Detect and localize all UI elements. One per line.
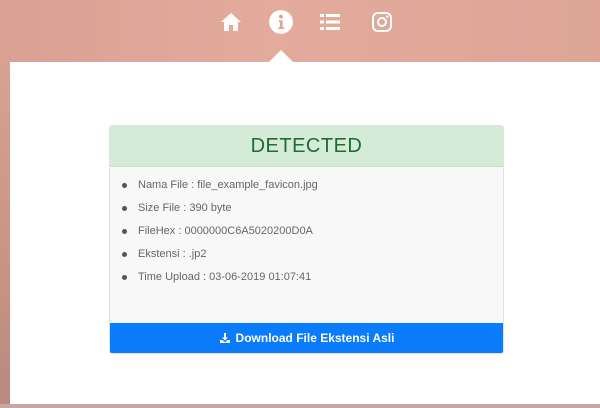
nav-icons — [0, 10, 600, 36]
instagram-icon[interactable] — [370, 10, 394, 34]
download-button[interactable]: Download File Ekstensi Asli — [110, 323, 503, 353]
info-icon[interactable] — [268, 9, 294, 35]
status-heading: DETECTED — [110, 126, 503, 167]
list-item-extension: Ekstensi : .jp2 — [122, 247, 318, 270]
download-button-label: Download File Ekstensi Asli — [235, 331, 395, 345]
download-icon — [219, 333, 230, 343]
result-card: DETECTED Nama File : file_example_favico… — [109, 125, 504, 354]
background-bottom-edge — [0, 404, 600, 408]
list-item-upload-time: Time Upload : 03-06-2019 01:07:41 — [122, 270, 318, 293]
background-left-edge — [0, 62, 10, 408]
list-icon[interactable] — [318, 10, 342, 34]
file-info-list: Nama File : file_example_favicon.jpg Siz… — [110, 178, 318, 293]
list-item-file-name: Nama File : file_example_favicon.jpg — [122, 178, 318, 201]
home-icon[interactable] — [219, 10, 243, 34]
list-item-file-size: Size File : 390 byte — [122, 201, 318, 224]
list-item-file-hex: FileHex : 0000000C6A5020200D0A — [122, 224, 318, 247]
active-tab-pointer — [268, 50, 294, 63]
